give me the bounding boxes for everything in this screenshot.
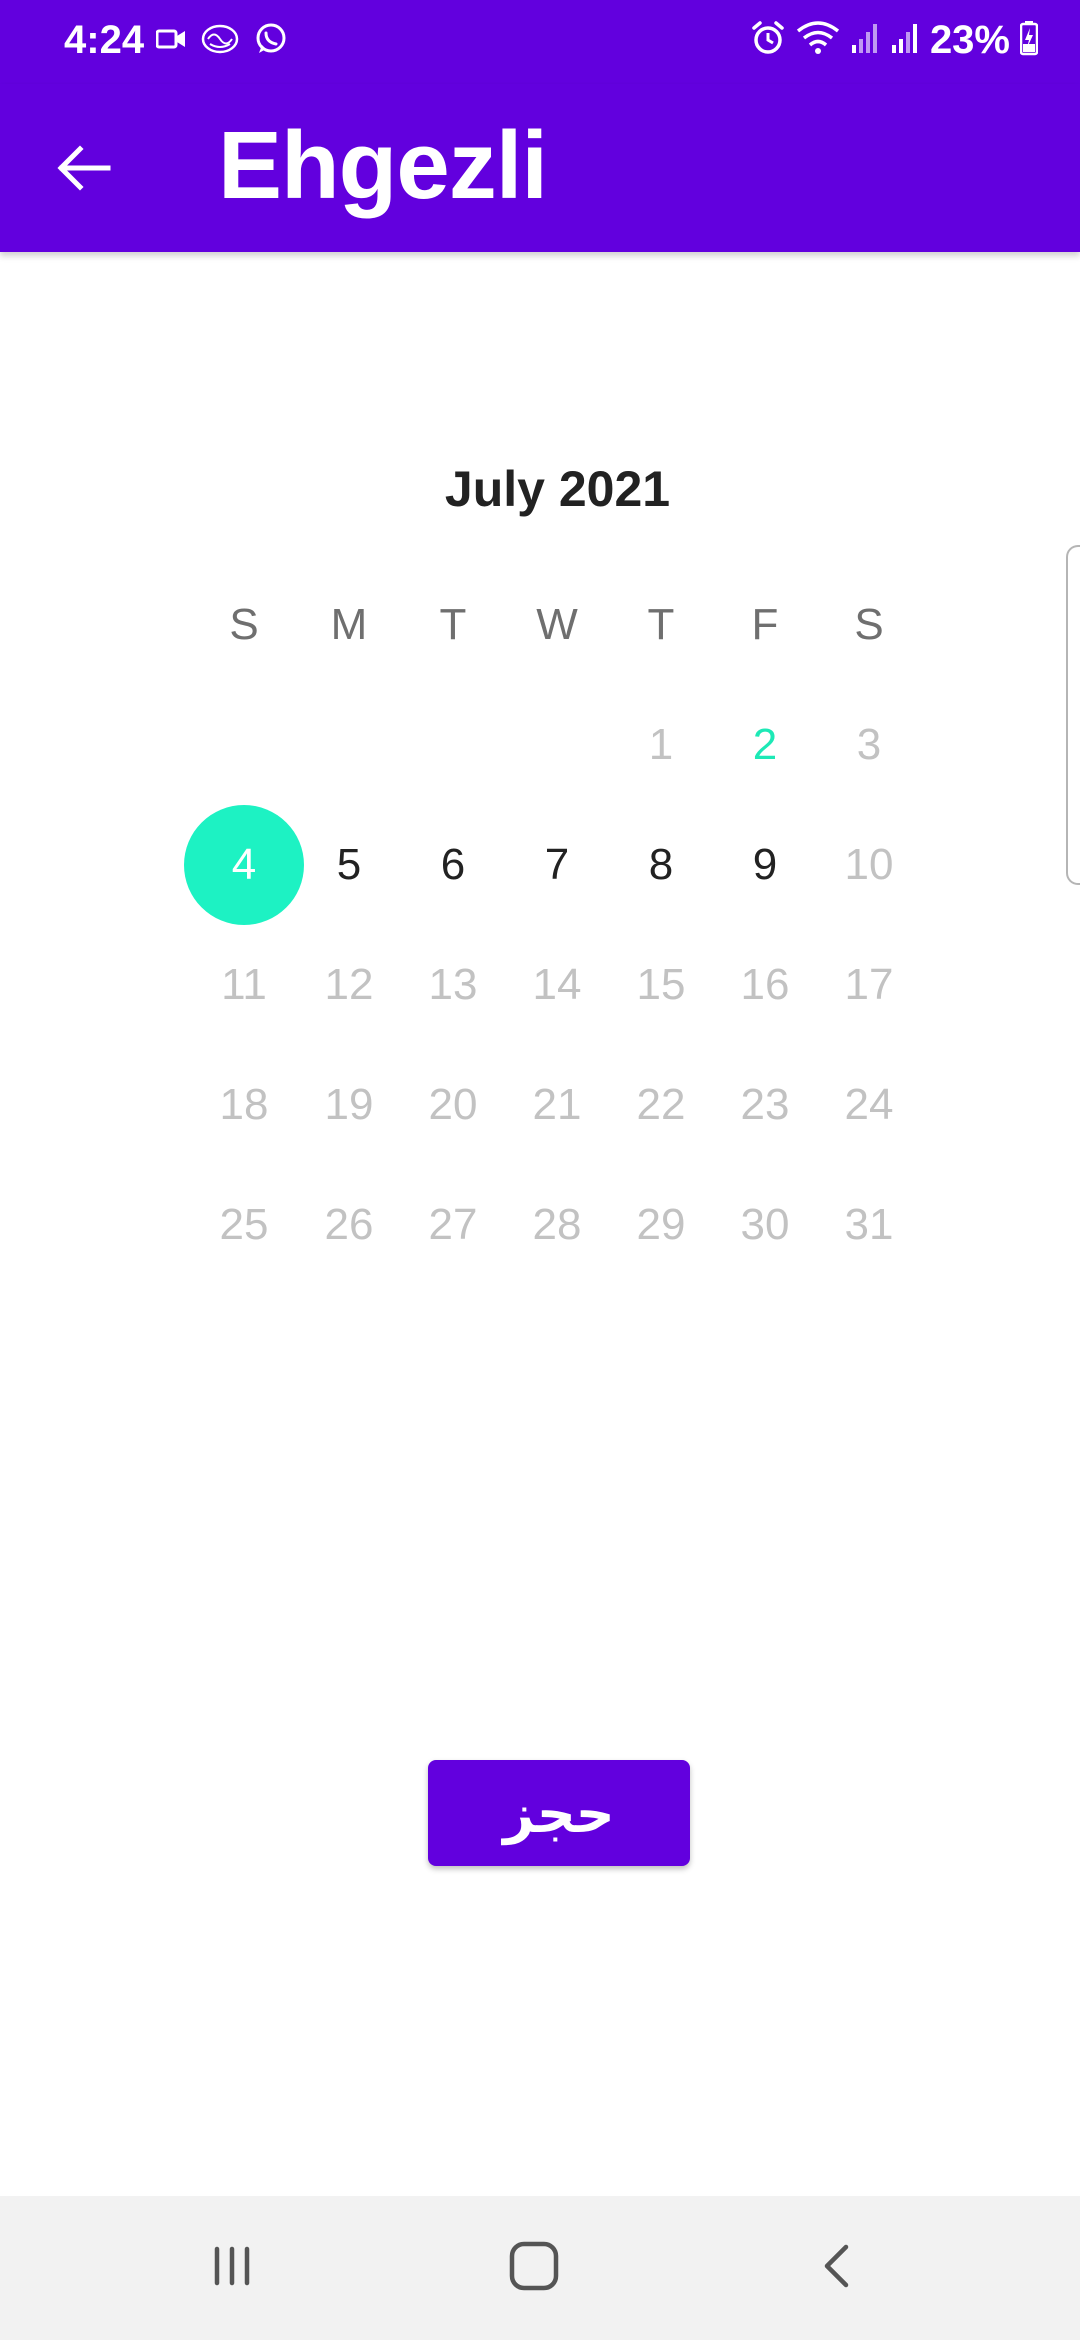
weekday-label: W [536,600,578,649]
calendar-day: 29 [636,1200,686,1249]
calendar-day: 16 [740,960,790,1009]
signal-icon [890,21,920,60]
status-time: 4:24 [64,18,145,62]
alarm-icon [750,20,786,61]
recent-apps-icon [207,2241,257,2296]
video-icon [155,28,186,55]
month-label: July 2021 [444,461,671,517]
calendar-day[interactable]: 8 [601,805,721,925]
weekday-label: S [854,600,884,649]
calendar-day: 3 [856,720,882,769]
calendar-day: 1 [648,720,674,769]
recent-apps-button[interactable] [196,2232,268,2304]
calendar-day: 12 [324,960,374,1009]
calendar-day[interactable]: 7 [497,805,617,925]
calendar-day: 20 [428,1080,478,1129]
weekday-label: T [439,600,467,649]
weekday-label: F [751,600,779,649]
calendar-day: 28 [532,1200,582,1249]
calendar-day: 27 [428,1200,478,1249]
weekday-label: M [330,600,368,649]
calendar-day: 15 [636,960,686,1009]
weekday-header-row: SMTWTFS [140,600,975,660]
calendar-day: 23 [740,1080,790,1129]
wifi-icon [796,21,840,60]
selected-day[interactable]: 4 [184,805,304,925]
signal-icon [850,21,880,60]
calendar-day: 19 [324,1080,374,1129]
calendar-day: 11 [221,960,267,1009]
battery-percentage: 23% [929,18,1010,62]
home-button[interactable] [498,2232,570,2304]
arrow-back-icon [56,144,112,197]
calendar-day: 22 [636,1080,686,1129]
calendar-day: 13 [428,960,478,1009]
calendar-day: 10 [844,840,894,889]
calendar-day[interactable]: 6 [393,805,513,925]
book-button[interactable]: حجز [428,1760,690,1866]
weekday-label: S [229,600,259,649]
calendar-day[interactable]: 5 [289,805,409,925]
side-panel-handle[interactable] [1066,545,1080,885]
calendar-day: 31 [844,1200,894,1249]
calendar-day: 14 [532,960,582,1009]
status-bar: 4:24 23% [0,0,1080,84]
app-title: Ehgezli [218,112,548,219]
status-right-icons: 23% [750,18,1039,63]
calendar-day: 17 [844,960,894,1009]
calendar-day: 21 [532,1080,582,1129]
calendar-day: 30 [740,1200,790,1249]
calendar-day: 24 [844,1080,894,1129]
back-icon [813,2241,863,2296]
today-day[interactable]: 2 [705,685,825,805]
calendar-day: 25 [219,1200,269,1249]
calendar-day: 18 [219,1080,269,1129]
calendar-day: 26 [324,1200,374,1249]
whatsapp-icon [254,22,288,61]
app-bar: Ehgezli [0,84,1080,252]
nav-back-button[interactable] [802,2232,874,2304]
system-nav-bar [0,2196,1080,2340]
calendar-day[interactable]: 9 [705,805,825,925]
back-button[interactable] [48,134,120,206]
app-icon [200,22,240,61]
status-left-icons [155,22,288,61]
battery-charging-icon [1019,20,1039,61]
weekday-label: T [647,600,675,649]
home-icon [507,2239,561,2298]
